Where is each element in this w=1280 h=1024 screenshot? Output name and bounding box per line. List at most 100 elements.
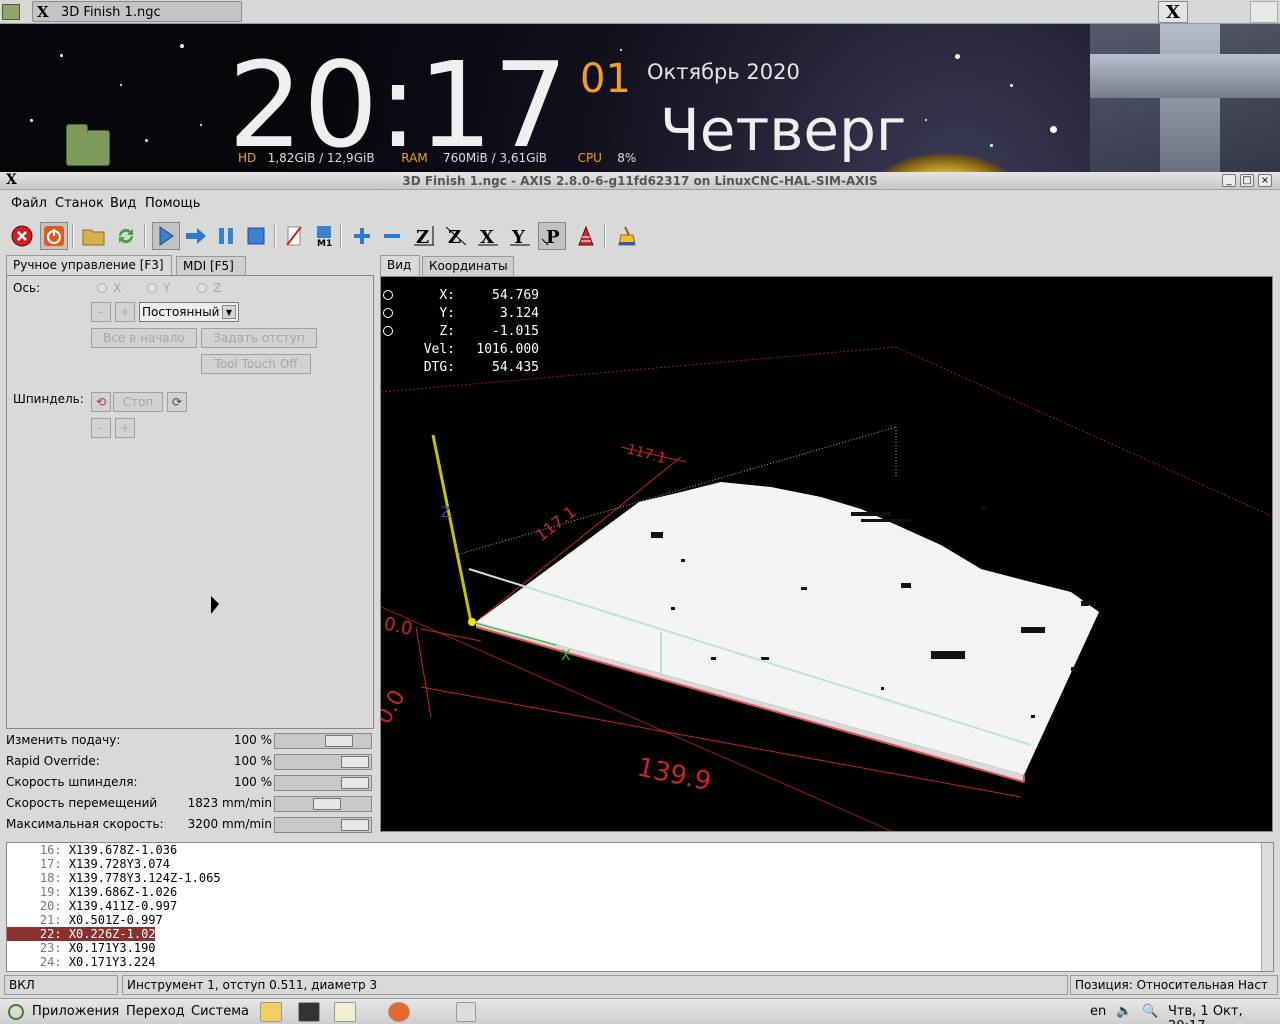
window-list-tab[interactable]: X 3D Finish 1.ngc [32, 1, 242, 22]
workspace-switcher[interactable] [1250, 1, 1278, 23]
slider-track[interactable] [274, 754, 372, 770]
spindle-ccw-icon[interactable]: ⟲ [91, 392, 111, 412]
gcode-line[interactable]: 24: X0.171Y3.224 [7, 955, 1273, 969]
gcode-line[interactable]: 18: X139.778Y3.124Z-1.065 [7, 871, 1273, 885]
zoom-in-icon[interactable] [348, 222, 376, 250]
dro-label: DTG: [423, 360, 455, 375]
menu-logo-icon[interactable] [8, 1004, 24, 1020]
spindle-minus-button[interactable]: - [91, 418, 111, 438]
optional-stop-icon[interactable]: M1 [310, 222, 338, 250]
slider-value: 100 % [233, 754, 272, 768]
view-y-icon[interactable]: Y [506, 222, 534, 250]
axis-y-radio[interactable] [147, 283, 157, 293]
tab-view[interactable]: Вид [380, 255, 420, 276]
minimize-icon[interactable]: _ [1222, 174, 1236, 187]
folder-icon[interactable] [66, 124, 110, 166]
maximize-icon[interactable]: □ [1240, 174, 1254, 187]
home-all-button[interactable]: Все в начало [91, 328, 197, 348]
tool-touch-off-button[interactable]: Tool Touch Off [201, 354, 311, 374]
spindle-stop-button[interactable]: Стоп [113, 392, 163, 412]
menu-machine[interactable]: Станок [55, 196, 104, 211]
power-icon[interactable] [40, 222, 68, 250]
trash-icon[interactable] [456, 1002, 476, 1022]
network-icon[interactable]: 🔍 [1142, 1004, 1158, 1019]
zoom-out-icon[interactable] [378, 222, 406, 250]
slider-thumb[interactable] [341, 777, 369, 789]
taskbar-clock[interactable]: Чтв, 1 Окт, 20:17 [1168, 1004, 1280, 1024]
run-icon[interactable] [152, 222, 180, 250]
slider-track[interactable] [274, 796, 372, 812]
system-menu[interactable]: Система [191, 1004, 249, 1019]
menu-help[interactable]: Помощь [145, 196, 200, 211]
slider-track[interactable] [274, 733, 372, 749]
view-z-icon[interactable]: Z [410, 222, 438, 250]
axis-z-radio[interactable] [197, 283, 207, 293]
gcode-line[interactable]: 19: X139.686Z-1.026 [7, 885, 1273, 899]
left-tabs: Ручное управление [F3] MDI [F5] [6, 255, 376, 276]
gcode-line[interactable]: 20: X139.411Z-0.997 [7, 899, 1273, 913]
close-icon[interactable]: × [1258, 174, 1272, 187]
text-editor-icon[interactable] [334, 1002, 356, 1022]
clear-plot-icon[interactable] [614, 222, 642, 250]
firefox-icon[interactable] [388, 1002, 410, 1022]
jog-plus-button[interactable]: + [115, 302, 135, 322]
window-titlebar[interactable]: X 3D Finish 1.ngc - AXIS 2.8.0-6-g11fd62… [0, 172, 1280, 190]
jog-mode-select[interactable]: Постоянный ▼ [139, 302, 239, 322]
toolpath-preview[interactable]: Z X 139.9 117.1 117.1 0.0 0.0 X: 54.769 Y:… [380, 276, 1273, 832]
slider-track[interactable] [274, 775, 372, 791]
tab-mdi[interactable]: MDI [F5] [176, 256, 246, 276]
keyboard-layout[interactable]: en [1090, 1004, 1106, 1019]
terminal-icon[interactable] [298, 1002, 320, 1022]
volume-icon[interactable]: 🔈 [1116, 1004, 1132, 1019]
homed-icon [383, 308, 393, 318]
menu-view[interactable]: Вид [110, 196, 136, 211]
slider-thumb[interactable] [313, 798, 341, 810]
view-x-icon[interactable]: X [474, 222, 502, 250]
skip-block-icon[interactable] [280, 222, 308, 250]
x-launcher-icon[interactable]: X [1158, 1, 1188, 23]
view-p-icon[interactable]: P [538, 222, 566, 250]
line-number: 16: [39, 843, 62, 857]
spindle-plus-button[interactable]: + [115, 418, 135, 438]
penguin-icon[interactable] [260, 1002, 282, 1022]
gcode-line[interactable]: 22: X0.226Z-1.026 [7, 927, 163, 941]
step-icon[interactable] [182, 222, 210, 250]
gcode-line[interactable]: 23: X0.171Y3.190 [7, 941, 1273, 955]
jog-minus-button[interactable]: - [91, 302, 111, 322]
rotate-icon[interactable] [572, 222, 600, 250]
menu-file[interactable]: Файл [11, 196, 47, 211]
dro-value: -1.015 [492, 324, 539, 339]
estop-icon[interactable] [8, 222, 36, 250]
gcode-line[interactable]: 17: X139.728Y3.074 [7, 857, 1273, 871]
slider-track[interactable] [274, 817, 372, 833]
view-z2-icon[interactable]: Z [442, 222, 470, 250]
show-desktop-icon[interactable] [2, 4, 20, 20]
slider-thumb[interactable] [341, 756, 369, 768]
stop-icon[interactable] [242, 222, 270, 250]
window-title: 3D Finish 1.ngc - AXIS 2.8.0-6-g11fd6231… [402, 174, 878, 188]
gcode-listing[interactable]: 16: X139.678Z-1.036 17: X139.728Y3.074 1… [6, 842, 1274, 972]
dro-readout: X: 54.769 Y: 3.124 Z: -1.015 Vel: 1016.000 DTG: 5… [383, 287, 539, 377]
clock-weekday: Четверг [660, 96, 907, 164]
svg-text:Y: Y [511, 227, 526, 247]
slider-thumb[interactable] [341, 819, 369, 831]
wallpaper-cross-vertical [1160, 24, 1220, 172]
right-tabs: Вид Координаты [380, 255, 1280, 276]
gcode-line[interactable]: 21: X0.501Z-0.997 [7, 913, 1273, 927]
gcode-scrollbar[interactable] [1261, 843, 1273, 971]
reload-icon[interactable] [112, 222, 140, 250]
touch-off-button[interactable]: Задать отступ [201, 328, 317, 348]
desktop-background: 20:17 01 Октябрь 2020 Четверг HD 1,82GiB… [0, 24, 1280, 172]
open-icon[interactable] [80, 222, 108, 250]
slider-thumb[interactable] [325, 735, 353, 747]
spindle-cw-icon[interactable]: ⟳ [167, 392, 187, 412]
window-tab-title: 3D Finish 1.ngc [61, 5, 161, 20]
places-menu[interactable]: Переход [126, 1004, 185, 1019]
pause-icon[interactable] [212, 222, 240, 250]
applications-menu[interactable]: Приложения [32, 1004, 119, 1019]
axis-x-radio[interactable] [97, 283, 107, 293]
gcode-line[interactable]: 16: X139.678Z-1.036 [7, 843, 1273, 857]
tab-manual[interactable]: Ручное управление [F3] [6, 255, 172, 276]
tab-coordinates[interactable]: Координаты [422, 256, 514, 276]
machine-state: ВКЛ [4, 975, 118, 995]
